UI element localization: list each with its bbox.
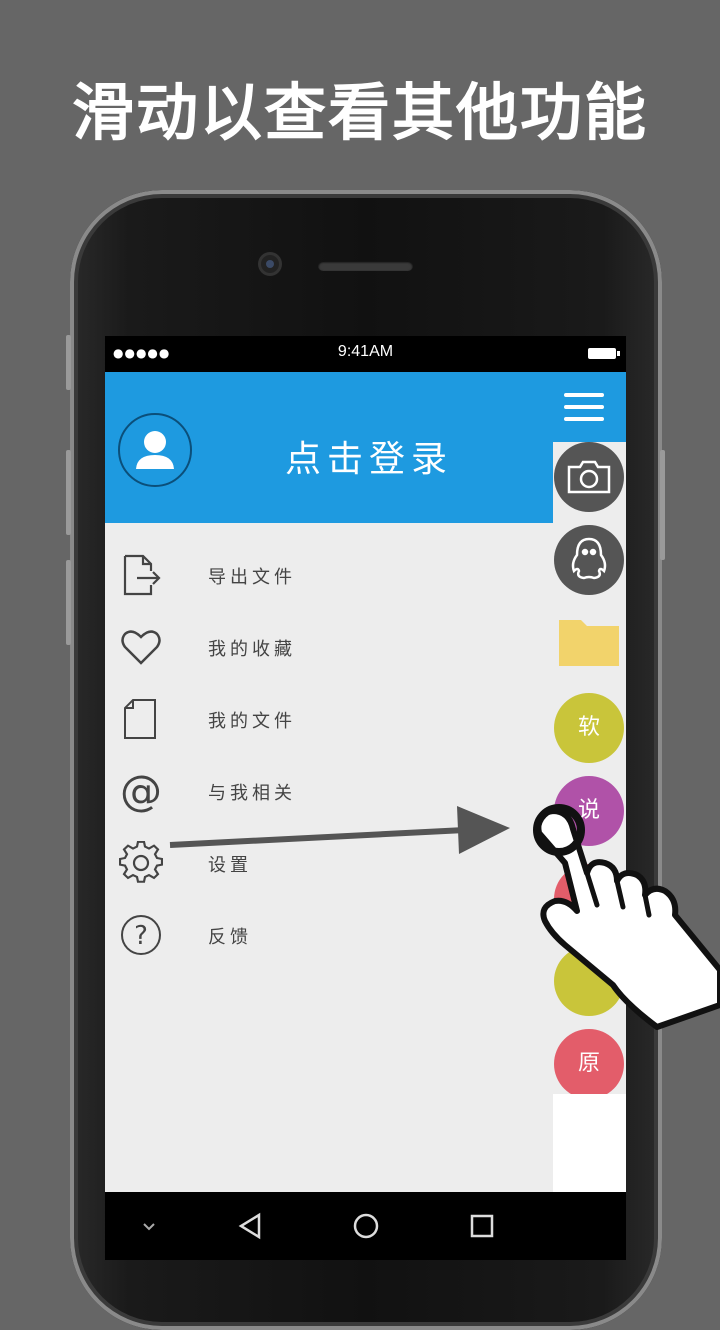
menu-icon[interactable]: [563, 390, 605, 424]
recents-icon[interactable]: [466, 1210, 498, 1242]
hand-pointer-icon: [533, 804, 720, 1030]
strip-circle-yuan[interactable]: 原: [554, 1029, 624, 1099]
drawer-item-my-files[interactable]: 我的文件: [105, 683, 553, 755]
strip-bottom-panel: [553, 1094, 626, 1192]
folder-icon[interactable]: [557, 616, 621, 668]
export-file-icon: [119, 553, 163, 597]
volume-down-button: [66, 560, 71, 645]
screen: ●●●●● 9:41AM 点击登录 导出文件 我的收藏 我的文件 @ 与我相关 …: [105, 336, 626, 1192]
drawer-item-favorites[interactable]: 我的收藏: [105, 611, 553, 683]
gear-icon: [118, 840, 164, 885]
help-icon: ?: [119, 913, 163, 957]
mute-switch: [66, 335, 71, 390]
navigation-bar: [105, 1192, 626, 1260]
back-icon[interactable]: [235, 1210, 267, 1242]
swipe-arrow-icon: [169, 806, 510, 854]
drawer-item-label: 我的文件: [208, 711, 296, 732]
front-camera: [261, 255, 279, 273]
status-time: 9:41AM: [337, 343, 394, 360]
drawer-item-feedback[interactable]: ? 反馈: [105, 899, 553, 971]
drawer-item-label: 我的收藏: [208, 639, 296, 660]
svg-text:?: ?: [134, 921, 148, 951]
avatar-icon[interactable]: [118, 413, 192, 487]
drawer-header[interactable]: 点击登录: [105, 372, 553, 523]
chevron-down-icon[interactable]: [133, 1210, 165, 1242]
power-button: [660, 450, 665, 560]
volume-up-button: [66, 450, 71, 535]
drawer-item-label: 导出文件: [208, 567, 296, 588]
qq-icon[interactable]: [554, 525, 624, 595]
strip-circle-ruan[interactable]: 软: [554, 693, 624, 763]
battery-icon: [588, 348, 620, 359]
svg-text:@: @: [120, 769, 162, 813]
drawer-item-label: 反馈: [208, 927, 252, 948]
status-bar: ●●●●● 9:41AM: [105, 336, 626, 372]
drawer-item-export[interactable]: 导出文件: [105, 539, 553, 611]
at-icon: @: [119, 766, 163, 815]
heart-icon: [119, 625, 163, 669]
file-icon: [119, 697, 163, 741]
camera-icon[interactable]: [554, 442, 624, 512]
login-label[interactable]: 点击登录: [285, 430, 453, 482]
home-icon[interactable]: [350, 1210, 382, 1242]
earpiece-speaker: [318, 261, 413, 271]
headline: 滑动以查看其他功能: [71, 76, 648, 149]
